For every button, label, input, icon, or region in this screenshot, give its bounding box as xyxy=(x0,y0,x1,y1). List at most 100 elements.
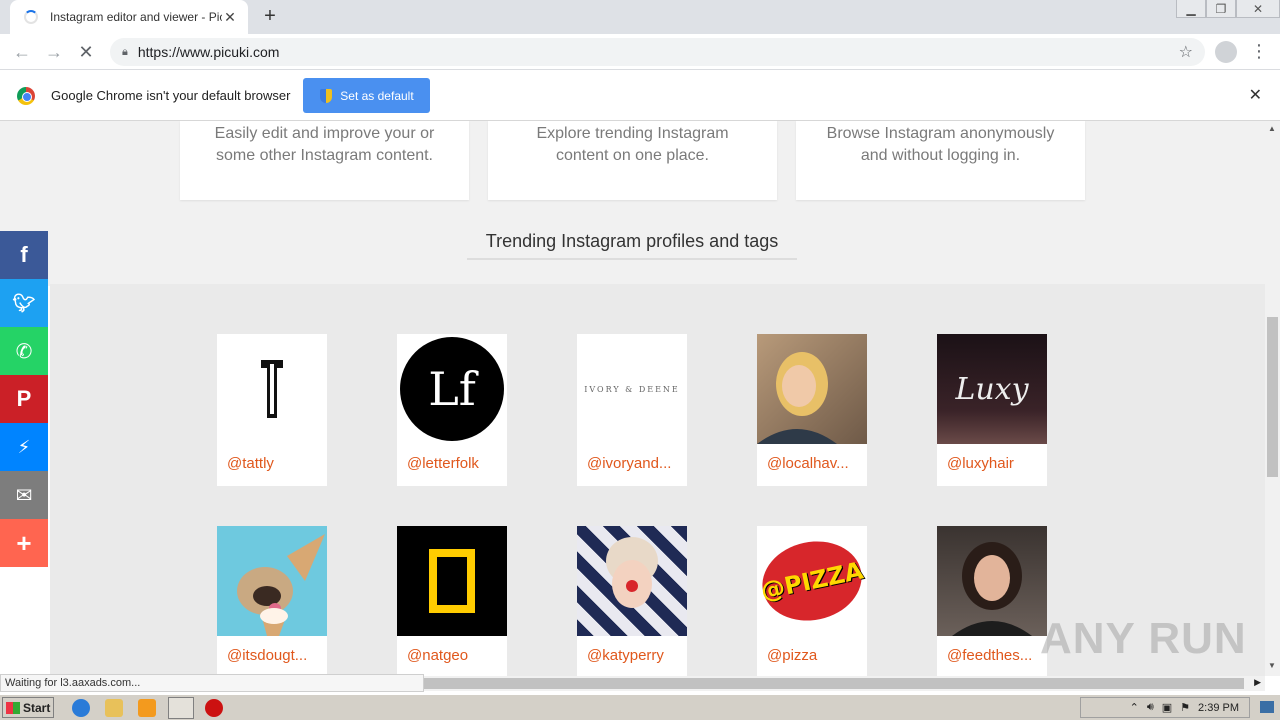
new-tab-button[interactable]: + xyxy=(258,4,282,28)
profile-card-letterfolk[interactable]: Lf @letterfolk xyxy=(397,334,507,486)
scroll-up-arrow-icon[interactable]: ▲ xyxy=(1268,124,1276,133)
profile-card-natgeo[interactable]: @natgeo xyxy=(397,526,507,676)
chrome-menu-icon[interactable]: ⋮ xyxy=(1250,40,1268,64)
profile-thumb[interactable] xyxy=(217,334,327,444)
scrollbar-thumb[interactable] xyxy=(1267,317,1278,477)
stop-loading-icon[interactable]: ✕ xyxy=(74,40,98,64)
back-arrow-icon[interactable]: ← xyxy=(10,40,34,64)
profile-card-localhaven[interactable]: @localhav... xyxy=(757,334,867,486)
twitter-icon: 🐦︎ xyxy=(12,292,36,313)
portrait-photo xyxy=(757,352,837,444)
tray-expand-icon[interactable]: ⌃ xyxy=(1130,701,1139,714)
profile-handle[interactable]: @pizza xyxy=(767,647,817,664)
section-title: Trending Instagram profiles and tags xyxy=(467,231,797,260)
action-center-flag-icon[interactable]: ⚑ xyxy=(1180,701,1190,714)
natgeo-logo-icon xyxy=(429,549,475,613)
profile-handle[interactable]: @natgeo xyxy=(407,647,468,664)
chrome-logo-icon xyxy=(17,86,35,105)
pizza-logo-icon: @PIZZA xyxy=(757,532,867,630)
luxy-logo-text: Luxy xyxy=(955,371,1029,407)
tab-close-icon[interactable]: ✕ xyxy=(222,9,238,26)
set-as-default-button[interactable]: Set as default xyxy=(303,78,431,113)
letterfolk-logo-icon: Lf xyxy=(400,337,504,441)
profile-card-ivoryanddeene[interactable]: IVORY & DEENE @ivoryand... xyxy=(577,334,687,486)
plus-icon: + xyxy=(16,527,32,558)
email-icon: ✉ xyxy=(15,484,33,507)
restore-icon[interactable]: ❐ xyxy=(1206,0,1236,18)
start-label: Start xyxy=(23,700,51,715)
start-button[interactable]: Start xyxy=(2,697,54,718)
profile-card-luxyhair[interactable]: Luxy @luxyhair xyxy=(937,334,1047,486)
twitter-share-button[interactable]: 🐦︎ xyxy=(0,279,48,327)
browser-title-bar: Instagram editor and viewer - Picuki ✕ +… xyxy=(0,0,1280,34)
scroll-down-arrow-icon[interactable]: ▼ xyxy=(1268,661,1276,670)
address-bar[interactable]: 🔒︎ https://www.picuki.com ☆ xyxy=(110,38,1205,66)
profile-thumb[interactable]: @PIZZA xyxy=(757,526,867,636)
set-as-default-label: Set as default xyxy=(340,88,414,103)
pizza-logo-text: @PIZZA xyxy=(758,556,866,606)
opera-icon[interactable] xyxy=(205,699,223,717)
profile-thumb[interactable] xyxy=(577,526,687,636)
window-close-icon[interactable]: ✕ xyxy=(1236,0,1280,18)
profile-thumb[interactable] xyxy=(937,526,1047,636)
profile-avatar-icon[interactable] xyxy=(1215,41,1237,63)
h-scrollbar-thumb[interactable] xyxy=(424,678,1244,689)
default-browser-infobar: Google Chrome isn't your default browser… xyxy=(0,71,1280,121)
portrait-photo xyxy=(952,542,1032,636)
messenger-share-button[interactable]: ⚡︎ xyxy=(0,423,48,471)
explorer-folder-icon[interactable] xyxy=(105,699,123,717)
profile-handle[interactable]: @tattly xyxy=(227,455,274,472)
profile-handle[interactable]: @luxyhair xyxy=(947,455,1014,472)
pinterest-share-button[interactable]: P xyxy=(0,375,48,423)
profile-card-itsdougthepug[interactable]: @itsdougt... xyxy=(217,526,327,676)
profile-handle[interactable]: @itsdougt... xyxy=(227,647,307,664)
feature-card-explore: Explore trending Instagram content on on… xyxy=(488,121,777,200)
clock[interactable]: 2:39 PM xyxy=(1198,702,1239,714)
profile-handle[interactable]: @katyperry xyxy=(587,647,664,664)
url-text[interactable]: https://www.picuki.com xyxy=(138,44,1179,60)
infobar-close-icon[interactable]: ✕ xyxy=(1249,85,1262,105)
profile-handle[interactable]: @localhav... xyxy=(767,455,849,472)
profile-card-feedthesoul[interactable]: @feedthes... xyxy=(937,526,1047,676)
profile-card-katyperry[interactable]: @katyperry xyxy=(577,526,687,676)
profile-thumb[interactable]: IVORY & DEENE xyxy=(577,334,687,444)
chrome-taskbar-button[interactable] xyxy=(168,697,194,719)
show-desktop-icon[interactable] xyxy=(1260,701,1274,713)
anyrun-watermark: ANY RUN xyxy=(1040,614,1247,663)
profile-thumb[interactable] xyxy=(397,526,507,636)
profile-handle[interactable]: @letterfolk xyxy=(407,455,479,472)
feature-text: Browse Instagram anonymously and without… xyxy=(826,125,1055,164)
features-section: Easily edit and improve your or some oth… xyxy=(0,121,1265,286)
ie-icon[interactable] xyxy=(72,699,90,717)
media-player-icon[interactable] xyxy=(138,699,156,717)
email-share-button[interactable]: ✉ xyxy=(0,471,48,519)
feature-text: Explore trending Instagram content on on… xyxy=(536,125,729,164)
forward-arrow-icon[interactable]: → xyxy=(42,40,66,64)
profile-thumb[interactable] xyxy=(217,526,327,636)
minimize-icon[interactable]: ▁ xyxy=(1176,0,1206,18)
profile-card-tattly[interactable]: @tattly xyxy=(217,334,327,486)
infobar-message: Google Chrome isn't your default browser xyxy=(51,88,291,103)
whatsapp-share-button[interactable]: ✆ xyxy=(0,327,48,375)
vertical-scrollbar[interactable]: ▲ ▼ xyxy=(1265,121,1280,676)
profile-thumb[interactable]: Luxy xyxy=(937,334,1047,444)
messenger-icon: ⚡︎ xyxy=(17,436,31,457)
system-tray: ⌃ 🔊︎ ▣ ⚑ 2:39 PM xyxy=(1080,697,1250,718)
volume-icon[interactable]: 🔊︎ xyxy=(1147,701,1154,714)
profile-card-pizza[interactable]: @PIZZA @pizza xyxy=(757,526,867,676)
lock-icon: 🔒︎ xyxy=(122,45,128,58)
feature-card-browse: Browse Instagram anonymously and without… xyxy=(796,121,1085,200)
bookmark-star-icon[interactable]: ☆ xyxy=(1179,42,1193,62)
network-icon[interactable]: ▣ xyxy=(1162,701,1172,714)
profile-thumb[interactable]: Lf xyxy=(397,334,507,444)
more-share-button[interactable]: + xyxy=(0,519,48,567)
feature-card-edit: Easily edit and improve your or some oth… xyxy=(180,121,469,200)
facebook-share-button[interactable]: f xyxy=(0,231,48,279)
browser-tab[interactable]: Instagram editor and viewer - Picuki ✕ xyxy=(10,0,248,34)
browser-toolbar: ← → ✕ 🔒︎ https://www.picuki.com ☆ xyxy=(0,34,1280,70)
scroll-right-arrow-icon[interactable]: ▶ xyxy=(1254,677,1261,688)
profile-handle[interactable]: @feedthes... xyxy=(947,647,1032,664)
profile-handle[interactable]: @ivoryand... xyxy=(587,455,671,472)
profile-thumb[interactable] xyxy=(757,334,867,444)
pug-photo xyxy=(237,534,325,636)
